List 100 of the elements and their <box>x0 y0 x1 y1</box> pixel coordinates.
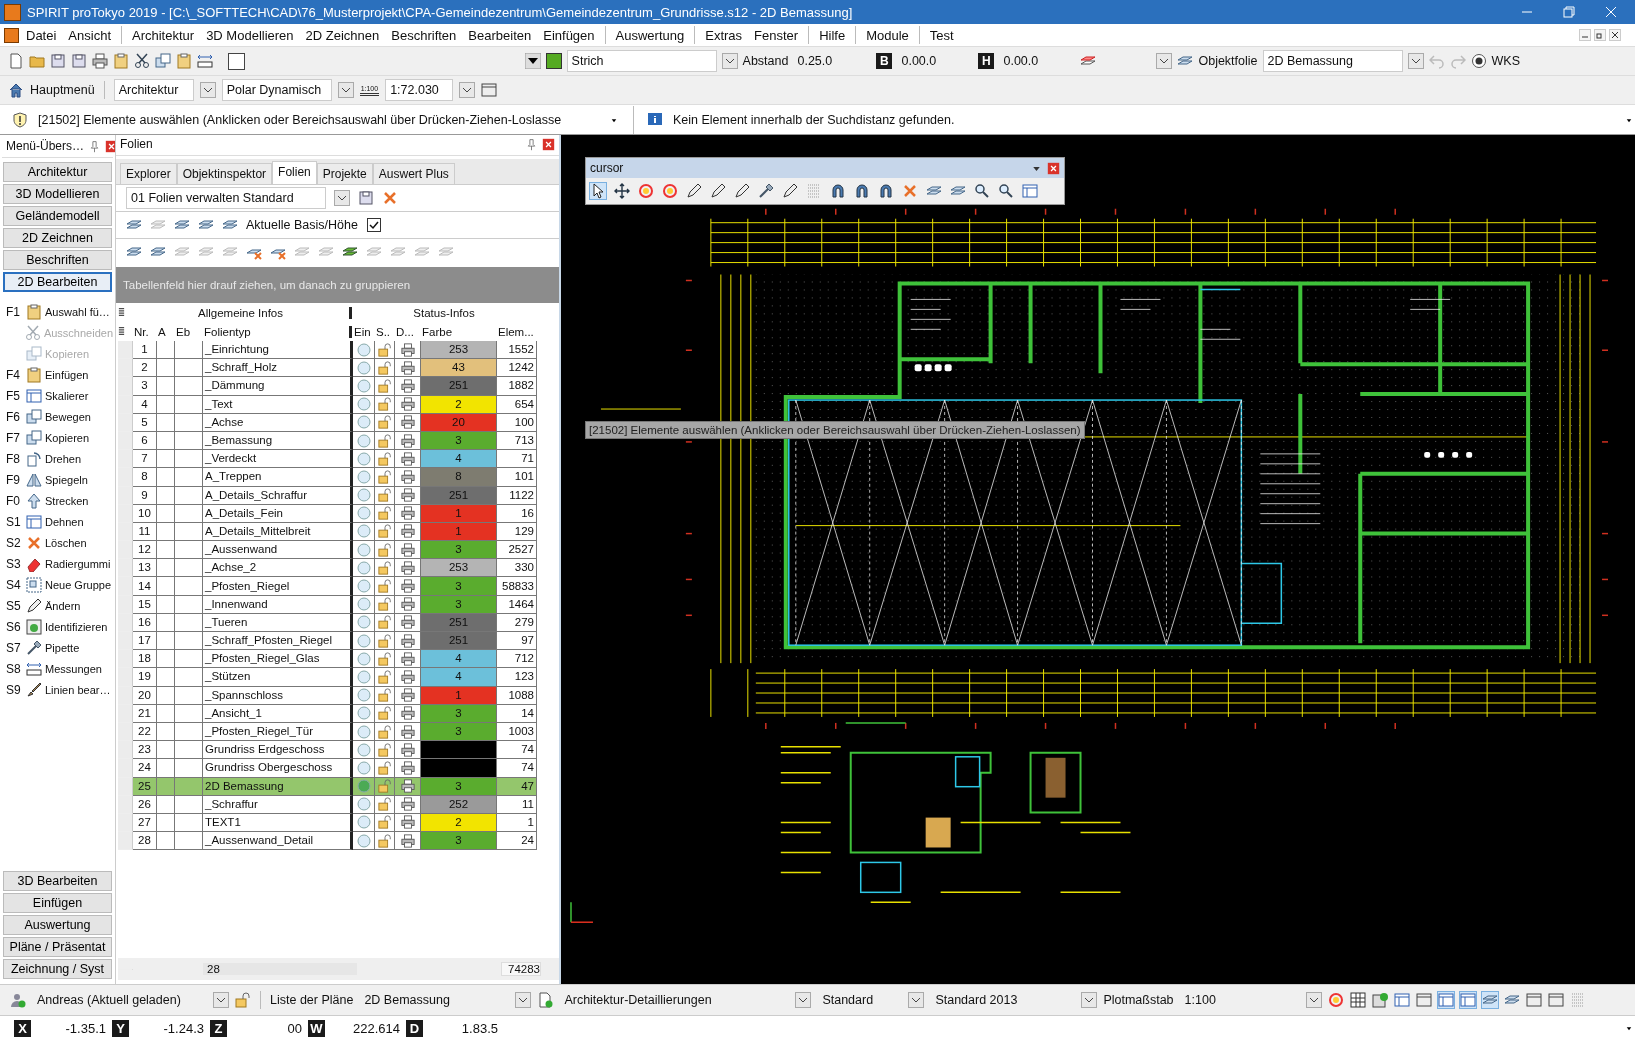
color-cell[interactable]: 3 <box>421 577 497 596</box>
layer-dropdown[interactable]: 2D Bemassung <box>1262 50 1403 72</box>
category-button[interactable]: 3D Bearbeiten <box>3 871 112 891</box>
function-item[interactable]: Neue Gruppe <box>45 578 112 591</box>
table-row[interactable]: 22 _Pfosten_Riegel_Tür 3 1003 <box>118 722 559 742</box>
menu-item[interactable]: Beschriften <box>386 27 462 43</box>
color-cell[interactable]: 3 <box>421 832 497 851</box>
table-row[interactable]: 26 _Schraffur 252 11 <box>118 795 559 814</box>
function-item[interactable]: Einfügen <box>45 368 89 381</box>
function-item[interactable]: Messungen <box>45 662 102 675</box>
table-row[interactable]: 8 A_Treppen 8 101 <box>118 468 559 487</box>
category-dropdown[interactable]: Architektur <box>113 79 194 101</box>
category-button[interactable]: Auswertung <box>3 915 112 935</box>
column-header[interactable]: Ein <box>352 325 374 338</box>
category-button[interactable]: 3D Modellieren <box>3 184 112 204</box>
column-header[interactable]: Eb <box>174 325 202 338</box>
function-item[interactable]: Löschen <box>45 536 87 549</box>
width-value[interactable]: 0.00.0 <box>897 54 974 68</box>
table-row[interactable]: 1 _Einrichtung 253 1552 <box>118 341 559 360</box>
function-item[interactable]: Spiegeln <box>45 473 88 486</box>
user-dropdown[interactable]: Andreas (Aktuell geladen) <box>32 989 207 1011</box>
function-item[interactable]: Linien bear… <box>45 683 111 696</box>
column-header[interactable]: S.. <box>374 325 394 338</box>
table-row[interactable]: 6 _Bemassung 3 713 <box>118 431 559 451</box>
menu-item[interactable]: 2D Zeichnen <box>300 27 385 43</box>
category-button[interactable]: Pläne / Präsentat <box>3 937 112 957</box>
table-row[interactable]: 15 _Innenwand 3 1464 <box>118 595 559 614</box>
main-menu-button[interactable]: Hauptmenü <box>30 83 95 97</box>
table-row[interactable]: 21 _Ansicht_1 3 14 <box>118 704 559 723</box>
tab[interactable]: Objektinspektor <box>176 163 273 184</box>
table-row[interactable]: 7 _Verdeckt 4 71 <box>118 450 559 469</box>
menu-item[interactable]: Hilfe <box>814 27 851 43</box>
function-item[interactable]: Drehen <box>45 452 82 465</box>
color-cell[interactable]: 43 <box>421 359 497 378</box>
color-cell[interactable]: 253 <box>421 341 497 360</box>
object-layer-button[interactable]: Objektfolie <box>1198 54 1258 68</box>
color-cell[interactable]: 4 <box>421 668 497 687</box>
table-row[interactable]: 16 _Tueren 251 279 <box>118 613 559 632</box>
distance-value[interactable]: 0.25.0 <box>793 54 872 68</box>
menu-item[interactable]: Fenster <box>749 27 804 43</box>
function-item[interactable]: Ändern <box>45 599 81 612</box>
function-item[interactable]: Strecken <box>45 494 89 507</box>
menu-item[interactable]: Module <box>861 27 914 43</box>
table-row[interactable]: 25 2D Bemassung 3 47 <box>118 777 559 796</box>
tab[interactable]: Folien <box>272 161 317 184</box>
scale-dropdown[interactable]: 1:72.030 <box>385 79 454 101</box>
function-item[interactable]: Skalierer <box>45 389 89 402</box>
snap-mode-dropdown[interactable]: Polar Dynamisch <box>221 79 332 101</box>
color-cell[interactable]: 3 <box>421 541 497 560</box>
line-type-dropdown[interactable]: Strich <box>566 50 717 72</box>
color-cell[interactable]: 4 <box>421 650 497 669</box>
color-cell[interactable]: 8 <box>421 468 497 487</box>
menu-item[interactable]: Test <box>924 27 959 43</box>
table-row[interactable]: 19 _Stützen 4 123 <box>118 668 559 687</box>
table-row[interactable]: 11 A_Details_Mittelbreit 1 129 <box>118 522 559 542</box>
menu-item[interactable]: Ansicht <box>63 27 116 43</box>
menu-item[interactable]: Einfügen <box>538 27 600 43</box>
table-row[interactable]: 28 _Aussenwand_Detail 3 24 <box>118 832 559 851</box>
style-dropdown[interactable]: Standard <box>817 989 903 1011</box>
category-button[interactable]: 2D Bearbeiten <box>3 272 112 292</box>
drawing-canvas[interactable]: cursor [21502] Elemente auswählen (Anklicken oder Bereichsauswahl über Drücken-Ziehen-Loslassen) <box>561 135 1635 984</box>
tab[interactable]: Explorer <box>120 163 177 184</box>
table-row[interactable]: 2 _Schraff_Holz 43 1242 <box>118 359 559 378</box>
color-cell[interactable]: 4 <box>421 450 497 469</box>
table-row[interactable]: 27 TEXT1 2 1 <box>118 813 559 833</box>
plan-dropdown[interactable]: 2D Bemassung <box>359 989 510 1011</box>
table-row[interactable]: 20 _Spannschloss 1 1088 <box>118 686 559 705</box>
function-item[interactable]: Pipette <box>45 641 80 654</box>
menu-item[interactable]: Datei <box>21 27 62 43</box>
category-button[interactable]: Geländemodell <box>3 206 112 226</box>
height-value[interactable]: 0.00.0 <box>999 54 1076 68</box>
table-row[interactable]: 13 _Achse_2 253 330 <box>118 559 559 578</box>
category-button[interactable]: Einfügen <box>3 893 112 913</box>
color-cell[interactable]: 253 <box>421 559 497 578</box>
function-item[interactable]: Dehnen <box>45 515 84 528</box>
table-row[interactable]: 17 _Schraff_Pfosten_Riegel 251 97 <box>118 632 559 651</box>
menu-item[interactable]: Auswertung <box>610 27 690 43</box>
preset-dropdown[interactable]: 01 Folien verwalten Standard <box>126 187 326 209</box>
tab[interactable]: Projekte <box>316 163 373 184</box>
plot-scale-dropdown[interactable]: 1:100 <box>1179 989 1300 1011</box>
table-row[interactable]: 4 _Text 2 654 <box>118 395 559 414</box>
category-button[interactable]: Zeichnung / Syst <box>3 959 112 979</box>
table-row[interactable]: 9 A_Details_Schraffur 251 1122 <box>118 486 559 505</box>
menu-item[interactable]: Architektur <box>127 27 200 43</box>
table-row[interactable]: 23 Grundriss Erdgeschoss 74 <box>118 741 559 760</box>
function-item[interactable]: Identifizieren <box>45 620 108 633</box>
table-row[interactable]: 5 _Achse 20 100 <box>118 413 559 432</box>
function-item[interactable]: Auswahl fü… <box>45 305 110 318</box>
column-header[interactable]: A <box>156 325 174 338</box>
detail-level-dropdown[interactable]: Architektur-Detaillierungen <box>559 989 790 1011</box>
table-row[interactable]: 18 _Pfosten_Riegel_Glas 4 712 <box>118 650 559 669</box>
menu-item[interactable]: 3D Modellieren <box>201 27 299 43</box>
function-item[interactable]: Kopieren <box>45 431 90 444</box>
table-row[interactable]: 3 _Dämmung 251 1882 <box>118 377 559 396</box>
category-button[interactable]: Beschriften <box>3 250 112 270</box>
menu-item[interactable]: Bearbeiten <box>463 27 537 43</box>
menu-item[interactable]: Extras <box>700 27 748 43</box>
category-button[interactable]: Architektur <box>3 162 112 182</box>
table-row[interactable]: 12 _Aussenwand 3 2527 <box>118 541 559 560</box>
column-header[interactable]: D... <box>394 325 420 338</box>
